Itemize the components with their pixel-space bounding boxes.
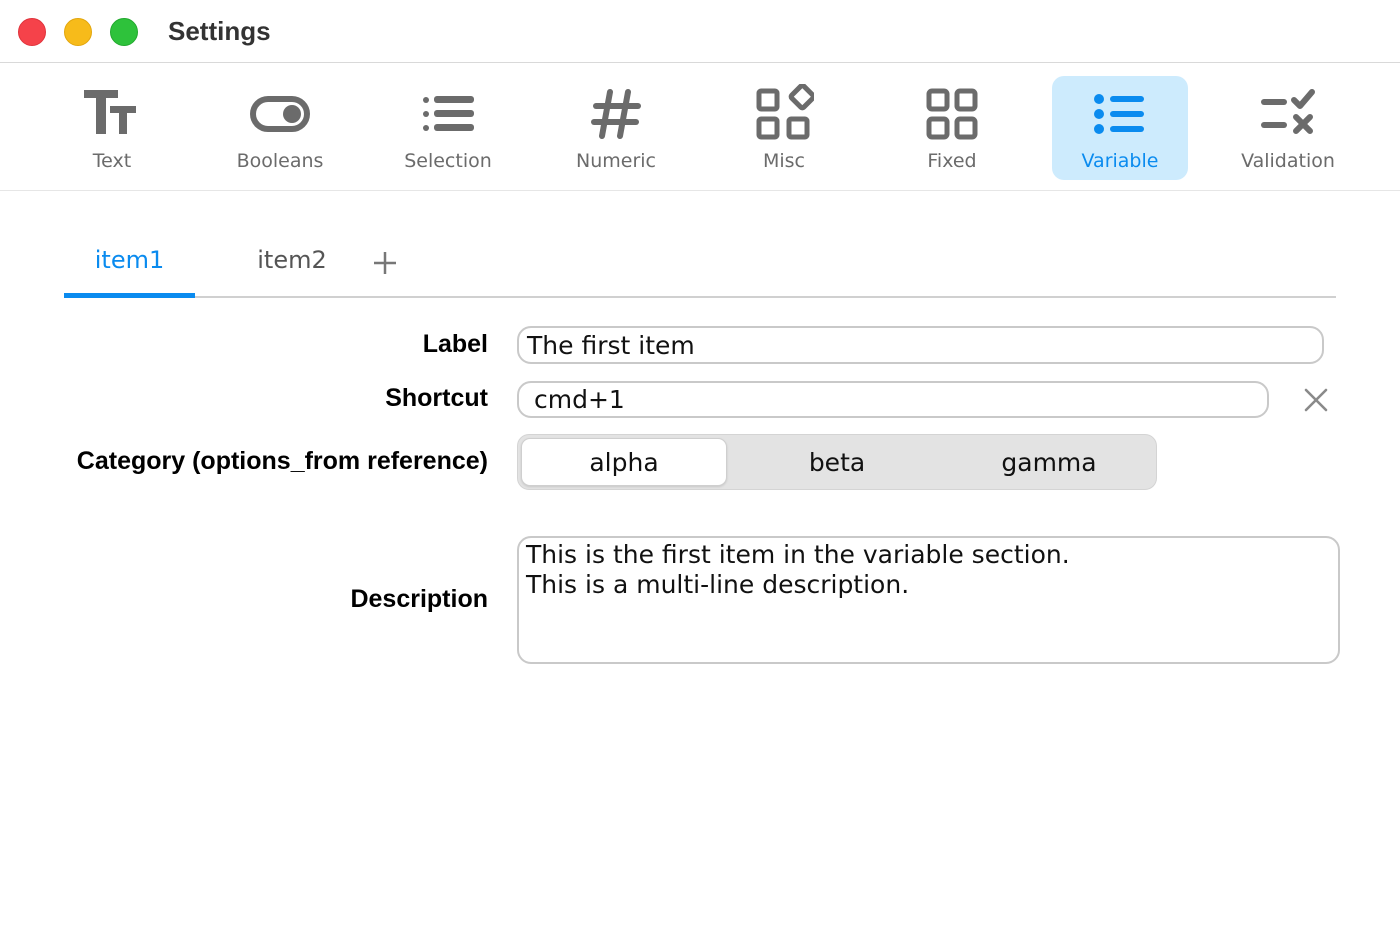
hash-icon [586,84,646,144]
label-field[interactable]: The first item [517,326,1324,364]
close-window-button[interactable] [18,18,46,46]
tool-label: Validation [1241,150,1335,172]
description-textarea[interactable]: This is the first item in the variable s… [517,536,1340,664]
text-icon [82,84,142,144]
category-caption: Category (options_from reference) [76,447,488,475]
tool-label: Misc [762,150,806,172]
description-line: This is a multi-line description. [526,570,910,599]
zoom-window-button[interactable] [110,18,138,46]
tab-item1[interactable]: item1 [64,246,195,298]
close-icon[interactable] [1302,386,1330,414]
tool-label: Fixed [927,150,977,172]
tool-fixed[interactable]: Fixed [884,76,1020,180]
settings-toolbar: Text Booleans Selection Numeric Misc Fix… [0,64,1400,191]
category-option-gamma[interactable]: gamma [946,438,1152,486]
shortcut-caption: Shortcut [385,384,488,412]
shapes-icon [754,84,814,144]
grid-icon [922,84,982,144]
label-caption: Label [422,330,488,358]
tool-variable[interactable]: Variable [1052,76,1188,180]
bullet-list-icon [1090,84,1150,144]
category-segmented-control: alpha beta gamma [517,434,1157,490]
description-line: This is the first item in the variable s… [526,540,1070,569]
item-tabs: item1 item2 [64,232,1336,298]
minimize-window-button[interactable] [64,18,92,46]
description-caption: Description [350,585,488,613]
category-option-alpha[interactable]: alpha [521,438,727,486]
toggle-icon [250,84,310,144]
title-bar: Settings [0,0,1400,63]
tool-booleans[interactable]: Booleans [212,76,348,180]
tool-validation[interactable]: Validation [1220,76,1356,180]
window-title: Settings [168,16,271,46]
tool-label: Booleans [236,150,324,172]
tool-selection[interactable]: Selection [380,76,516,180]
tool-label: Text [92,150,132,172]
category-option-beta[interactable]: beta [734,438,940,486]
tool-misc[interactable]: Misc [716,76,852,180]
tool-text[interactable]: Text [44,76,180,180]
tool-label: Variable [1081,150,1159,172]
tool-label: Numeric [576,150,656,172]
tool-numeric[interactable]: Numeric [548,76,684,180]
validation-icon [1258,84,1318,144]
list-icon [418,84,478,144]
tool-label: Selection [404,150,492,172]
shortcut-field[interactable]: cmd+1 [517,381,1269,418]
tab-item2[interactable]: item2 [224,246,360,296]
plus-icon[interactable] [370,248,400,278]
